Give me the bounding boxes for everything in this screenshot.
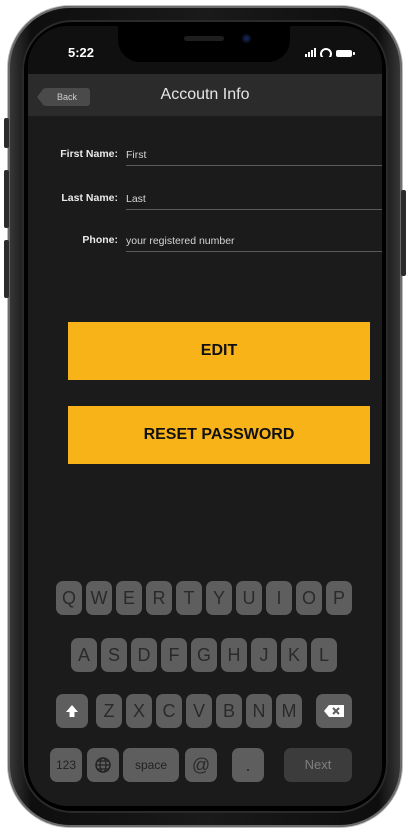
key-v[interactable]: V xyxy=(186,694,212,728)
key-r[interactable]: R xyxy=(146,581,172,615)
key-j[interactable]: J xyxy=(251,638,277,672)
first-name-row: First Name: First xyxy=(28,148,382,178)
key-f[interactable]: F xyxy=(161,638,187,672)
page-title: Accoutn Info xyxy=(160,86,250,103)
key-q[interactable]: Q xyxy=(56,581,82,615)
first-name-label: First Name: xyxy=(60,148,118,160)
globe-key[interactable] xyxy=(87,748,119,782)
key-o[interactable]: O xyxy=(296,581,322,615)
period-key[interactable]: . xyxy=(232,748,264,782)
first-name-field[interactable]: First xyxy=(126,145,382,166)
key-n[interactable]: N xyxy=(246,694,272,728)
key-p[interactable]: P xyxy=(326,581,352,615)
volume-down-button xyxy=(4,240,9,298)
key-u[interactable]: U xyxy=(236,581,262,615)
edit-button[interactable]: EDIT xyxy=(68,322,370,380)
signal-icon xyxy=(305,48,316,57)
globe-icon xyxy=(95,757,111,773)
key-c[interactable]: C xyxy=(156,694,182,728)
last-name-field[interactable]: Last xyxy=(126,189,382,210)
status-icons xyxy=(305,48,355,57)
numbers-key[interactable]: 123 xyxy=(50,748,82,782)
next-key[interactable]: Next xyxy=(284,748,352,782)
battery-icon xyxy=(336,50,355,57)
key-z[interactable]: Z xyxy=(96,694,122,728)
key-e[interactable]: E xyxy=(116,581,142,615)
backspace-key[interactable] xyxy=(316,694,352,728)
power-button xyxy=(401,190,406,276)
key-l[interactable]: L xyxy=(311,638,337,672)
wifi-icon xyxy=(320,48,332,57)
status-time: 5:22 xyxy=(68,45,95,60)
key-a[interactable]: A xyxy=(71,638,97,672)
mute-switch xyxy=(4,118,9,148)
key-w[interactable]: W xyxy=(86,581,112,615)
key-g[interactable]: G xyxy=(191,638,217,672)
reset-password-button[interactable]: RESET PASSWORD xyxy=(68,406,370,464)
key-i[interactable]: I xyxy=(266,581,292,615)
phone-screen: 5:22 Back Accoutn Info First Name: First… xyxy=(28,26,382,806)
volume-up-button xyxy=(4,170,9,228)
key-m[interactable]: M xyxy=(276,694,302,728)
front-camera xyxy=(242,34,251,43)
space-key[interactable]: space xyxy=(123,748,179,782)
key-k[interactable]: K xyxy=(281,638,307,672)
key-x[interactable]: X xyxy=(126,694,152,728)
key-d[interactable]: D xyxy=(131,638,157,672)
key-t[interactable]: T xyxy=(176,581,202,615)
shift-key[interactable] xyxy=(56,694,88,728)
shift-icon xyxy=(66,705,78,717)
key-h[interactable]: H xyxy=(221,638,247,672)
speaker-grille xyxy=(184,36,224,41)
phone-field[interactable]: your registered number xyxy=(126,231,382,252)
key-s[interactable]: S xyxy=(101,638,127,672)
phone-row: Phone: your registered number xyxy=(28,234,382,264)
key-y[interactable]: Y xyxy=(206,581,232,615)
notch xyxy=(118,26,290,62)
phone-label: Phone: xyxy=(82,234,118,246)
at-key[interactable]: @ xyxy=(185,748,217,782)
last-name-row: Last Name: Last xyxy=(28,192,382,222)
backspace-icon xyxy=(324,705,344,717)
key-b[interactable]: B xyxy=(216,694,242,728)
last-name-label: Last Name: xyxy=(61,192,118,204)
navigation-bar: Back Accoutn Info xyxy=(28,74,382,116)
